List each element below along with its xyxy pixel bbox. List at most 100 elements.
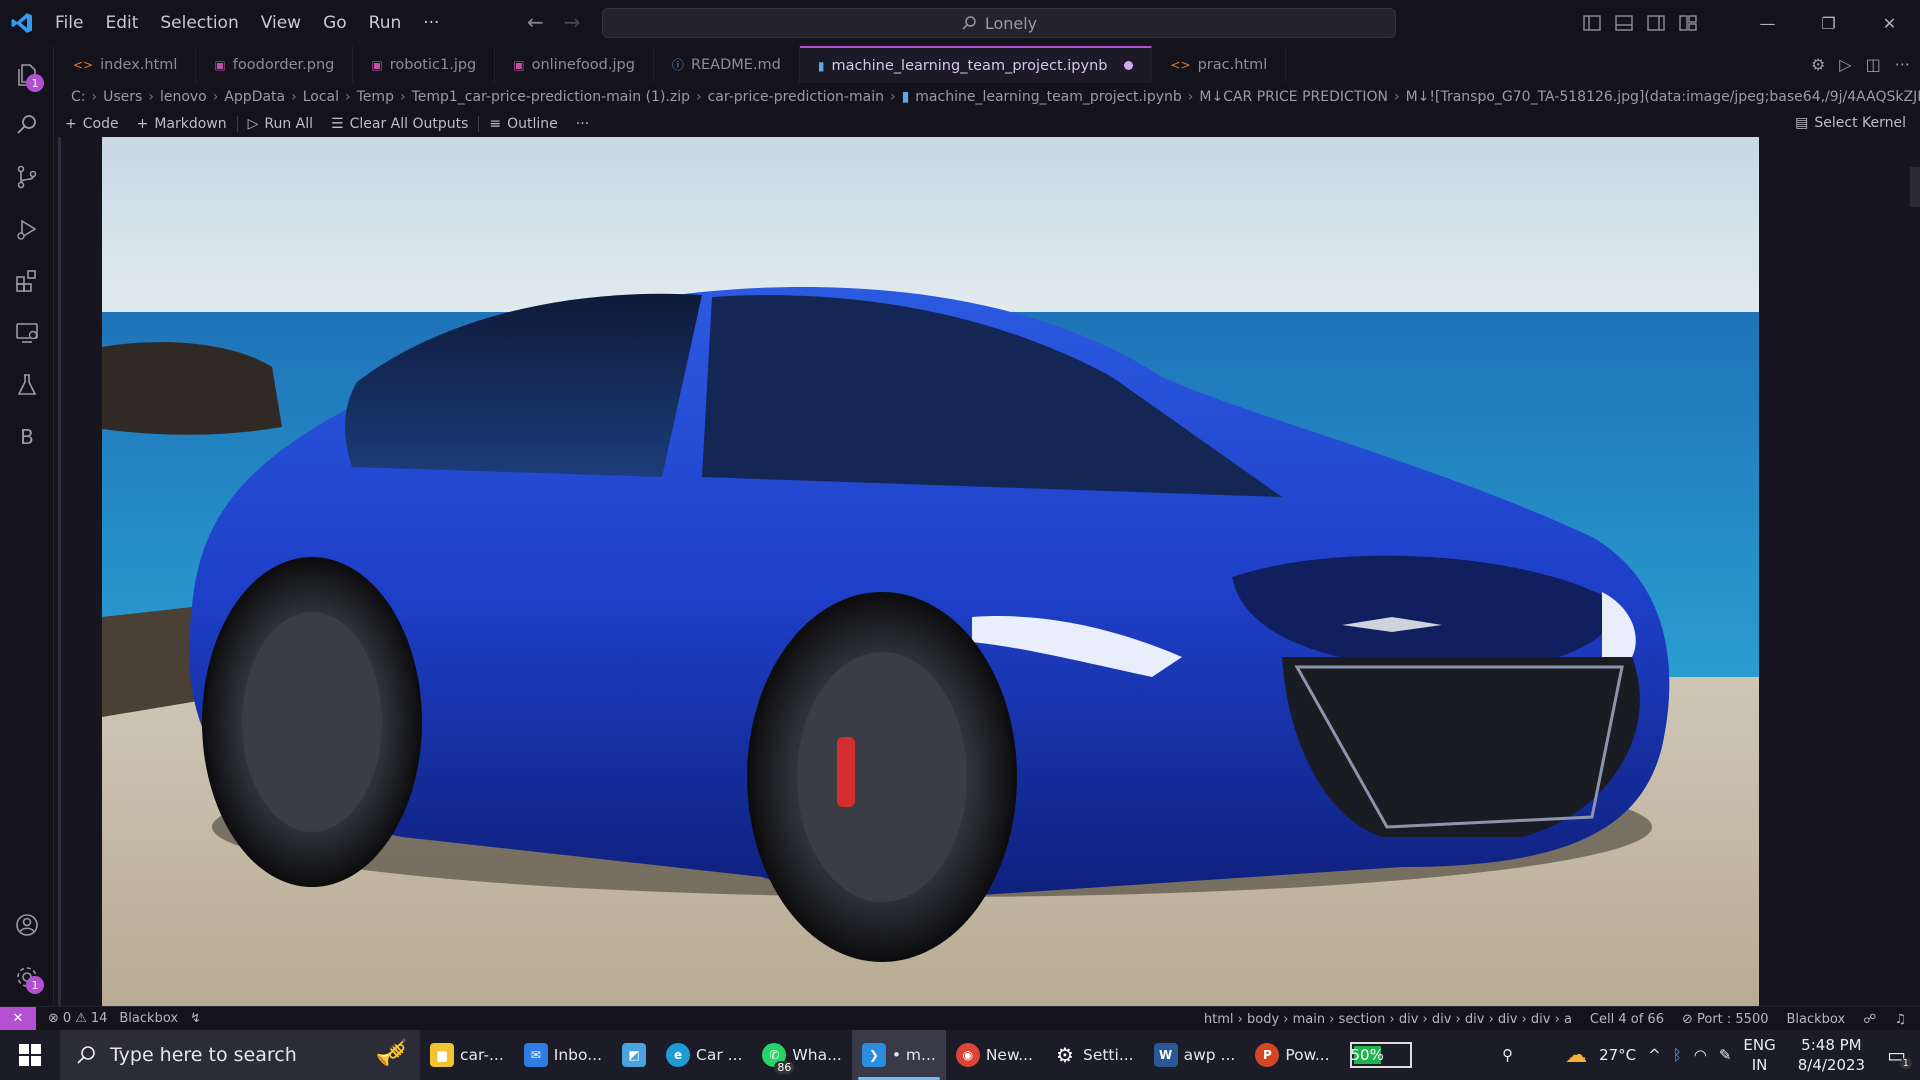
live-server-port[interactable]: ⊘ Port : 5500 [1682, 1012, 1769, 1027]
run-debug-icon[interactable] [0, 206, 54, 252]
breadcrumb-item[interactable]: Local [303, 89, 339, 105]
menu-view[interactable]: View [250, 13, 312, 33]
breadcrumb-item[interactable]: Users [103, 89, 142, 105]
blackbox-status[interactable]: Blackbox [119, 1011, 178, 1026]
back-arrow-icon[interactable]: ← [527, 10, 544, 34]
people-icon[interactable]: ⚲ [1502, 1046, 1513, 1064]
weather-temp[interactable]: 27°C [1599, 1046, 1636, 1064]
tab-foodorder-png[interactable]: ▣ foodorder.png [196, 46, 354, 83]
unsaved-dot-icon[interactable] [1124, 61, 1134, 70]
tab-index-html[interactable]: <> index.html [55, 46, 197, 83]
toggle-sidebar-icon[interactable] [1583, 15, 1601, 31]
feedback-icon[interactable]: ☍ [1863, 1012, 1876, 1027]
weather-icon[interactable]: ☁ [1565, 1043, 1587, 1068]
search-view-icon[interactable] [0, 102, 54, 148]
taskbar-app-powerpoint[interactable]: P Pow... [1245, 1030, 1339, 1080]
breadcrumb-item[interactable]: M↓![Transpo_G70_TA-518126.jpg](data:imag… [1406, 89, 1920, 105]
explorer-icon[interactable]: 1 [0, 52, 54, 98]
cell-indicator[interactable]: Cell 4 of 66 [1590, 1012, 1664, 1027]
remote-indicator-icon[interactable]: ✕ [0, 1006, 36, 1031]
taskbar-app-edge[interactable]: e Car ... [656, 1030, 752, 1080]
bluetooth-icon[interactable]: ᛒ [1673, 1046, 1682, 1064]
account-icon[interactable] [0, 902, 54, 948]
breadcrumb-item[interactable]: machine_learning_team_project.ipynb [915, 89, 1181, 105]
notification-center-icon[interactable]: ▭ 1 [1887, 1043, 1912, 1069]
blackbox-icon[interactable]: B [0, 414, 54, 460]
outline-button[interactable]: ≡ Outline [489, 116, 557, 132]
blackbox-label: Blackbox [119, 1011, 179, 1026]
battery-indicator[interactable]: 50% [1349, 1042, 1412, 1068]
menu-more[interactable]: ··· [412, 13, 450, 33]
minimize-button[interactable]: — [1737, 0, 1798, 46]
command-center-search[interactable]: Lonely [602, 8, 1396, 38]
source-control-icon[interactable] [0, 154, 54, 200]
taskbar-app-vscode[interactable]: ❯ • m... [851, 1030, 946, 1080]
clear-all-outputs-button[interactable]: ☰ Clear All Outputs [331, 116, 468, 132]
tab-prac-html[interactable]: <> prac.html [1152, 46, 1287, 83]
extensions-icon[interactable] [0, 258, 54, 304]
menu-file[interactable]: File [44, 13, 94, 33]
breadcrumb-item[interactable]: M↓CAR PRICE PREDICTION [1199, 89, 1388, 105]
tab-notebook-active[interactable]: ▮ machine_learning_team_project.ipynb [799, 46, 1153, 83]
taskbar-app-settings[interactable]: ⚙ Setti... [1043, 1030, 1144, 1080]
taskbar-search[interactable]: Type here to search 🎺 [60, 1030, 420, 1080]
notebook-settings-gear-icon[interactable]: ⚙ [1811, 55, 1825, 74]
customize-layout-icon[interactable] [1679, 15, 1697, 31]
taskbar-app-mail[interactable]: ✉ Inbo... [514, 1030, 612, 1080]
blackbox-right[interactable]: Blackbox [1787, 1012, 1846, 1027]
menu-edit[interactable]: Edit [94, 13, 149, 33]
divider [478, 116, 480, 132]
menu-run[interactable]: Run [358, 13, 413, 33]
more-actions-icon[interactable]: ··· [1895, 55, 1910, 74]
live-share-icon[interactable]: ↯ [190, 1011, 201, 1026]
taskbar-app-whatsapp[interactable]: ✆ Wha... 86 [752, 1030, 851, 1080]
settings-gear-icon[interactable]: 1 [0, 954, 54, 1000]
chevron-right-icon: › [148, 89, 154, 105]
taskbar-app-notepad[interactable]: ◩ [612, 1030, 656, 1080]
tab-label: onlinefood.jpg [531, 56, 635, 73]
plus-icon: + [65, 116, 77, 132]
add-markdown-cell-button[interactable]: + Markdown [137, 116, 227, 132]
wifi-icon[interactable]: ◠ [1694, 1046, 1707, 1064]
editor-tabs: <> index.html ▣ foodorder.png ▣ robotic1.jp… [55, 46, 1920, 83]
windows-start-icon[interactable] [0, 1030, 60, 1080]
add-code-cell-button[interactable]: + Code [65, 116, 119, 132]
remote-explorer-icon[interactable] [0, 310, 54, 356]
toolbar-more-button[interactable]: ··· [576, 116, 589, 132]
taskbar-app-word[interactable]: Wawp ... [1144, 1030, 1246, 1080]
button-label: Clear All Outputs [349, 116, 469, 132]
forward-arrow-icon[interactable]: → [564, 10, 581, 34]
breadcrumb-item[interactable]: Temp [357, 89, 394, 105]
breadcrumb-item[interactable]: Temp1_car-price-prediction-main (1).zip [412, 89, 690, 105]
menu-go[interactable]: Go [312, 13, 358, 33]
tab-readme-md[interactable]: ⓘ README.md [654, 46, 800, 83]
clock[interactable]: 5:48 PM 8/4/2023 [1798, 1035, 1865, 1075]
chevron-right-icon: › [1187, 89, 1194, 105]
edge-icon: e [666, 1043, 691, 1067]
toggle-panel-icon[interactable] [1615, 15, 1633, 31]
menu-selection[interactable]: Selection [149, 13, 249, 33]
breadcrumb-item[interactable]: AppData [224, 89, 285, 105]
tab-onlinefood-jpg[interactable]: ▣ onlinefood.jpg [495, 46, 654, 83]
select-kernel-button[interactable]: ▤ Select Kernel [1795, 115, 1906, 131]
run-all-button[interactable]: ▷ Run All [248, 116, 313, 132]
breadcrumb-item[interactable]: car-price-prediction-main [708, 89, 884, 105]
taskbar-app-folder[interactable]: ▆ car-... [420, 1030, 514, 1080]
chevron-up-icon[interactable]: ^ [1648, 1046, 1661, 1064]
scrollbar-thumb[interactable] [1910, 167, 1920, 207]
notifications-bell-icon[interactable]: ♫ [1894, 1012, 1906, 1027]
run-icon[interactable]: ▷ [1839, 55, 1851, 74]
split-editor-icon[interactable]: ◫ [1866, 55, 1881, 74]
problems-indicator[interactable]: ⊗ 0 ⚠ 14 [48, 1011, 107, 1026]
pen-icon[interactable]: ✎ [1719, 1046, 1732, 1064]
breadcrumb-item[interactable]: C: [71, 89, 86, 105]
taskbar-app-chrome[interactable]: ◉ New... [946, 1030, 1043, 1080]
restore-button[interactable]: ❐ [1798, 0, 1859, 46]
language-indicator[interactable]: ENG IN [1743, 1035, 1775, 1075]
tab-robotic1-jpg[interactable]: ▣ robotic1.jpg [353, 46, 496, 83]
close-button[interactable]: ✕ [1859, 0, 1920, 46]
breadcrumb-item[interactable]: lenovo [160, 89, 207, 105]
toggle-secondary-sidebar-icon[interactable] [1647, 15, 1665, 31]
testing-icon[interactable] [0, 362, 54, 408]
element-path[interactable]: html › body › main › section › div › div… [1204, 1012, 1572, 1027]
